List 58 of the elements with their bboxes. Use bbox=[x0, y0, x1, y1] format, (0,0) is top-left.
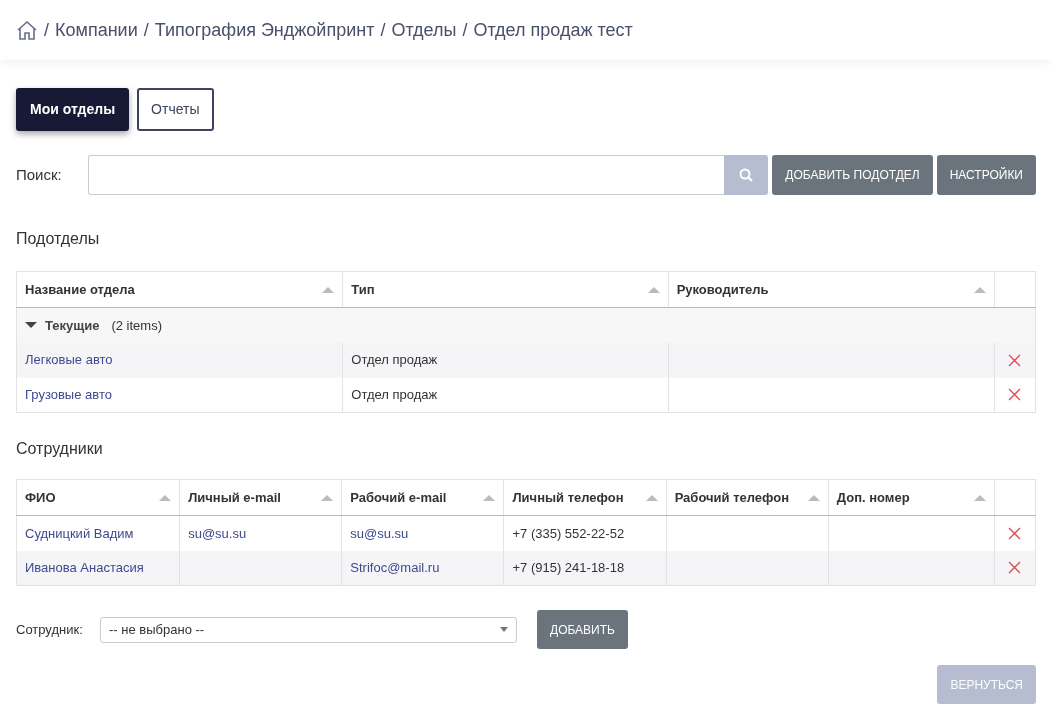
table-cell: su@su.su bbox=[350, 525, 409, 541]
table-cell: Отдел продаж bbox=[351, 387, 438, 402]
breadcrumb-separator: / bbox=[462, 18, 468, 42]
caret-icon bbox=[500, 627, 508, 632]
section-title: Сотрудники bbox=[16, 439, 104, 459]
column-header[interactable]: Доп. номер bbox=[836, 487, 910, 508]
breadcrumb-link[interactable]: Отделы bbox=[391, 16, 457, 44]
sort-icon[interactable] bbox=[807, 494, 820, 501]
column-header[interactable]: Личный телефон bbox=[512, 487, 624, 508]
column-header[interactable]: ФИО bbox=[25, 487, 56, 508]
action-button[interactable]: НАСТРОЙКИ bbox=[936, 155, 1036, 195]
column-header[interactable]: Название отдела bbox=[25, 279, 135, 300]
column-header[interactable]: Личный e-mail bbox=[188, 487, 281, 508]
action-button[interactable]: ДОБАВИТЬ ПОДОТДЕЛ bbox=[772, 155, 933, 195]
sort-icon[interactable] bbox=[973, 494, 986, 501]
sort-icon[interactable] bbox=[973, 286, 986, 293]
sort-icon[interactable] bbox=[647, 286, 660, 293]
name-link[interactable]: Иванова Анастасия bbox=[25, 560, 144, 575]
home-icon[interactable] bbox=[16, 20, 38, 40]
tab[interactable]: Отчеты bbox=[137, 88, 214, 131]
picker-label: Сотрудник: bbox=[16, 620, 84, 639]
sort-icon[interactable] bbox=[322, 286, 335, 293]
breadcrumb-separator: / bbox=[143, 18, 149, 42]
search-label: Поиск: bbox=[16, 164, 63, 185]
delete-icon[interactable] bbox=[1008, 561, 1022, 575]
column-header[interactable]: Рабочий телефон bbox=[674, 487, 790, 508]
table-cell: Отдел продаж bbox=[351, 352, 438, 368]
search-icon bbox=[739, 168, 754, 182]
breadcrumb-link[interactable]: Компании bbox=[55, 16, 138, 44]
breadcrumb-separator: / bbox=[380, 18, 386, 42]
table-cell: su@su.su bbox=[188, 525, 247, 541]
sort-icon[interactable] bbox=[483, 494, 496, 501]
section-title: Подотделы bbox=[16, 229, 101, 249]
name-link[interactable]: Грузовые авто bbox=[25, 387, 112, 402]
delete-icon[interactable] bbox=[1008, 526, 1022, 540]
table-cell: +7 (335) 552-22-52 bbox=[512, 525, 625, 541]
group-label: Текущие bbox=[45, 316, 100, 335]
expand-icon[interactable] bbox=[25, 322, 37, 329]
column-header[interactable]: Рабочий e-mail bbox=[350, 487, 447, 508]
sort-icon[interactable] bbox=[159, 494, 172, 501]
breadcrumb-link[interactable]: Типография Энджойпринт bbox=[154, 16, 375, 44]
column-header[interactable]: Тип bbox=[351, 279, 375, 300]
group-count: (2 items) bbox=[111, 316, 162, 335]
breadcrumb-separator: / bbox=[44, 18, 49, 42]
name-link[interactable]: Судницкий Вадим bbox=[25, 525, 134, 541]
name-link[interactable]: Легковые авто bbox=[25, 352, 113, 368]
search-field[interactable] bbox=[88, 155, 725, 195]
employee-select[interactable]: -- не выбрано -- bbox=[100, 616, 517, 643]
table-cell: +7 (915) 241-18-18 bbox=[512, 560, 625, 575]
delete-icon[interactable] bbox=[1008, 388, 1022, 402]
column-header[interactable]: Руководитель bbox=[676, 279, 769, 300]
add-button[interactable]: ДОБАВИТЬ bbox=[537, 610, 628, 649]
sort-icon[interactable] bbox=[645, 494, 658, 501]
search-button[interactable] bbox=[724, 155, 769, 195]
delete-icon[interactable] bbox=[1008, 353, 1022, 367]
sort-icon[interactable] bbox=[321, 494, 334, 501]
tab[interactable]: Мои отделы bbox=[16, 88, 130, 131]
table-cell: Strifoc@mail.ru bbox=[350, 560, 440, 575]
